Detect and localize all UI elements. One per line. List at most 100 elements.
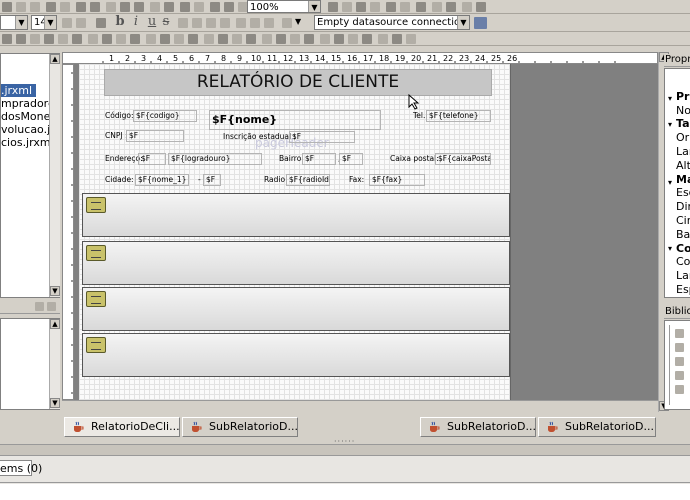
toolbar-icon[interactable] bbox=[120, 2, 130, 12]
toolbar-icon[interactable] bbox=[328, 2, 338, 12]
maximize-icon[interactable] bbox=[47, 302, 56, 311]
property-item[interactable]: Cim bbox=[676, 214, 690, 227]
align-center-icon[interactable] bbox=[192, 18, 202, 28]
toolbar-icon[interactable] bbox=[342, 2, 352, 12]
bold-icon[interactable]: b bbox=[114, 14, 126, 29]
font-size-select[interactable]: 14 ▼ bbox=[31, 15, 57, 30]
toolbar-icon[interactable] bbox=[356, 2, 366, 12]
bairro-label[interactable]: Bairro: bbox=[276, 153, 305, 165]
minimize-icon[interactable] bbox=[35, 302, 44, 311]
codigo-label[interactable]: Código: bbox=[102, 110, 135, 122]
align-tool-icon[interactable] bbox=[378, 34, 388, 44]
tel-field[interactable]: $F{telefone} bbox=[426, 110, 491, 122]
align-tool-icon[interactable] bbox=[72, 34, 82, 44]
align-left-icon[interactable] bbox=[178, 18, 188, 28]
radio-field[interactable]: $F{radioId} bbox=[286, 174, 330, 186]
property-item[interactable]: Tar bbox=[676, 117, 690, 130]
chevron-down-icon[interactable]: ▼ bbox=[308, 1, 320, 12]
subreport-element[interactable] bbox=[82, 193, 510, 237]
toolbar-icon[interactable] bbox=[90, 2, 100, 12]
align-tool-icon[interactable] bbox=[218, 34, 228, 44]
align-tool-icon[interactable] bbox=[88, 34, 98, 44]
grow-font-icon[interactable] bbox=[62, 18, 72, 28]
property-item[interactable]: Colu bbox=[676, 255, 690, 268]
expand-icon[interactable]: ▾ bbox=[668, 120, 672, 129]
codigo-field[interactable]: $F{codigo} bbox=[133, 110, 197, 122]
align-tool-icon[interactable] bbox=[58, 34, 68, 44]
property-item[interactable]: Altu bbox=[676, 159, 690, 172]
align-tool-icon[interactable] bbox=[246, 34, 256, 44]
endereco-field[interactable]: $F bbox=[138, 153, 166, 165]
property-item[interactable]: Orie bbox=[676, 131, 690, 144]
expand-icon[interactable]: ▾ bbox=[668, 178, 672, 187]
file-item[interactable]: cios.jrxml bbox=[1, 136, 49, 149]
file-item[interactable]: dosMonetario bbox=[1, 110, 49, 123]
toolbar-icon[interactable] bbox=[462, 2, 472, 12]
subreport-element[interactable] bbox=[82, 287, 510, 331]
toolbar-icon[interactable] bbox=[76, 2, 86, 12]
property-item[interactable]: Pro bbox=[676, 90, 690, 103]
toolbar-icon[interactable] bbox=[416, 2, 426, 12]
datasource-edit-icon[interactable] bbox=[474, 17, 487, 29]
align-tool-icon[interactable] bbox=[116, 34, 126, 44]
toolbar-icon[interactable] bbox=[16, 2, 26, 12]
toolbar-icon[interactable] bbox=[30, 2, 40, 12]
shrink-font-icon[interactable] bbox=[76, 18, 86, 28]
caixa-postal-field[interactable]: $F{caixaPostal} bbox=[435, 153, 491, 165]
toolbar-icon[interactable] bbox=[164, 2, 174, 12]
toolbar-icon[interactable] bbox=[150, 2, 160, 12]
uf-field[interactable]: $F bbox=[203, 174, 221, 186]
chevron-down-icon[interactable]: ▼ bbox=[457, 16, 469, 29]
align-tool-icon[interactable] bbox=[362, 34, 372, 44]
designer-hscroll[interactable] bbox=[62, 400, 658, 412]
toolbar-icon[interactable] bbox=[96, 18, 106, 28]
toolbar-icon[interactable] bbox=[2, 2, 12, 12]
scroll-down-icon[interactable]: ▼ bbox=[50, 286, 60, 296]
cnpj-label[interactable]: CNPJ : bbox=[102, 130, 129, 142]
align-tool-icon[interactable] bbox=[334, 34, 344, 44]
property-item[interactable]: Ma bbox=[676, 173, 690, 186]
align-tool-icon[interactable] bbox=[290, 34, 300, 44]
align-tool-icon[interactable] bbox=[102, 34, 112, 44]
file-item[interactable]: mpradores.jr bbox=[1, 97, 49, 110]
italic-icon[interactable]: i bbox=[130, 14, 142, 29]
bairro-field-2[interactable]: $F bbox=[339, 153, 363, 165]
document-tab[interactable]: SubRelatorioD... bbox=[420, 417, 536, 437]
align-tool-icon[interactable] bbox=[320, 34, 330, 44]
underline-icon[interactable]: u bbox=[146, 14, 158, 29]
logradouro-field[interactable]: $F{logradouro} bbox=[168, 153, 262, 165]
toolbar-icon[interactable] bbox=[446, 2, 456, 12]
file-item[interactable]: volucao.jrxm bbox=[1, 123, 49, 136]
radio-label[interactable]: Radio: bbox=[261, 174, 289, 186]
valign-top-icon[interactable] bbox=[236, 18, 246, 28]
font-select[interactable]: ▼ bbox=[0, 15, 28, 30]
valign-bottom-icon[interactable] bbox=[264, 18, 274, 28]
align-tool-icon[interactable] bbox=[16, 34, 26, 44]
library-item-icon[interactable] bbox=[675, 357, 684, 366]
cidade-label[interactable]: Cidade: bbox=[102, 174, 135, 186]
property-item[interactable]: Larg bbox=[676, 145, 690, 158]
toolbar-icon[interactable] bbox=[210, 2, 220, 12]
toolbar-icon[interactable] bbox=[432, 2, 442, 12]
toolbar-icon[interactable] bbox=[386, 2, 396, 12]
toolbar-icon[interactable] bbox=[60, 2, 70, 12]
subreport-element[interactable] bbox=[82, 241, 510, 285]
report-title-box[interactable]: RELATÓRIO DE CLIENTE bbox=[104, 69, 492, 96]
library-item-icon[interactable] bbox=[675, 343, 684, 352]
toolbar-icon[interactable] bbox=[194, 2, 204, 12]
align-tool-icon[interactable] bbox=[304, 34, 314, 44]
document-tab[interactable]: SubRelatorioD... bbox=[182, 417, 298, 437]
align-tool-icon[interactable] bbox=[348, 34, 358, 44]
library-item-icon[interactable] bbox=[675, 371, 684, 380]
align-right-icon[interactable] bbox=[206, 18, 216, 28]
chevron-down-icon[interactable]: ▼ bbox=[15, 16, 27, 29]
cidade-field[interactable]: $F{nome_1} bbox=[135, 174, 189, 186]
align-tool-icon[interactable] bbox=[44, 34, 54, 44]
border-icon[interactable] bbox=[282, 18, 292, 28]
toolbar-icon[interactable] bbox=[370, 2, 380, 12]
cnpj-field[interactable]: $F bbox=[126, 130, 184, 142]
property-item[interactable]: Col bbox=[676, 242, 690, 255]
ie-label[interactable]: Inscrição estadual : bbox=[220, 131, 297, 143]
zoom-select[interactable]: 100% ▼ bbox=[247, 0, 321, 13]
expand-icon[interactable]: ▾ bbox=[668, 244, 672, 253]
